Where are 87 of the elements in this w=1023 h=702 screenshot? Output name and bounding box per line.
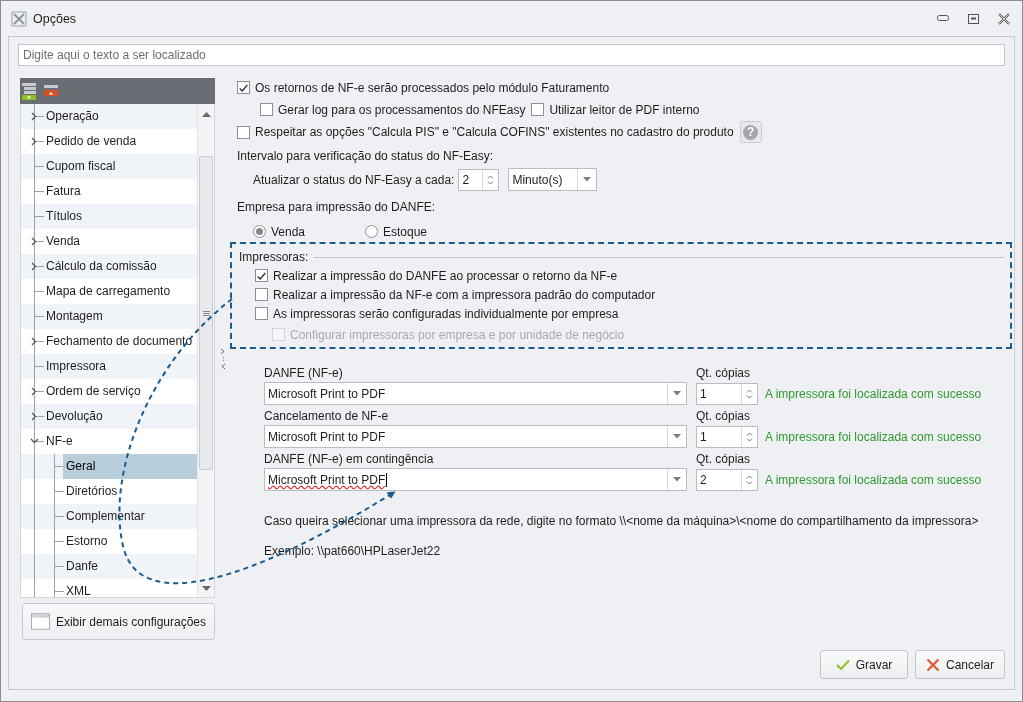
chevron-down-icon[interactable] (30, 437, 39, 446)
window-title: Opções (33, 11, 78, 26)
chevron-right-icon[interactable] (30, 237, 39, 246)
tree-item[interactable]: Fechamento de documento (43, 329, 197, 354)
caret-icon (673, 391, 681, 396)
checkbox-label: Realizar a impressão da NF-e com a impressora padrão do computador (273, 287, 656, 302)
spin-arrows-icon (746, 387, 753, 400)
spin-arrows-icon (746, 473, 753, 486)
chevron-right-icon[interactable] (30, 412, 39, 421)
tree-item[interactable]: Venda (43, 229, 197, 254)
window-icon (31, 612, 50, 631)
tree-item[interactable]: Estorno (63, 529, 197, 554)
dropdown[interactable]: Minuto(s) (508, 168, 598, 191)
checkmark-icon (835, 659, 850, 670)
chevron-right-icon[interactable] (30, 387, 39, 396)
splitter-handle-icon (220, 348, 226, 370)
dropdown[interactable]: Microsoft Print to PDF (264, 468, 687, 491)
field-label: Qt. cópias (696, 451, 752, 468)
radio-label: Estoque (383, 224, 428, 239)
tree-item[interactable]: Pedido de venda (43, 129, 197, 154)
group-title: Impressoras: (239, 249, 309, 266)
hint-text: Caso queira selecionar uma impressora da rede, digite no formato \\<nome da máquina>\<nome do compartilhamento da impressora> (264, 514, 979, 528)
number-field[interactable]: 2 (696, 468, 758, 491)
tree-item[interactable]: Fatura (43, 179, 197, 204)
app-logo-icon (11, 10, 27, 27)
search-field[interactable]: Digite aqui o texto a ser localizado (18, 44, 1005, 66)
caret-icon (583, 177, 592, 182)
checkbox-label: Configurar impressoras por empresa e por unidade de negócio (290, 327, 625, 342)
checkbox-label: Gerar log para os processamentos do NFEasy (278, 102, 526, 117)
expand-all-icon (22, 82, 36, 100)
field-label: Qt. cópias (696, 408, 752, 425)
scroll-down-icon (201, 586, 211, 591)
checkbox-label: As impressoras serão configuradas individualmente por empresa (273, 306, 619, 321)
checkbox-label: Utilizar leitor de PDF interno (549, 102, 700, 117)
spin-arrows-icon (746, 430, 753, 443)
dropdown[interactable]: Microsoft Print to PDF (264, 382, 687, 405)
minimize-icon[interactable] (937, 15, 949, 22)
save-button[interactable]: Gravar (820, 650, 908, 679)
checkbox[interactable] (255, 307, 268, 320)
collapse-all-icon (44, 85, 58, 97)
dropdown[interactable]: Microsoft Print to PDF (264, 425, 687, 448)
checkbox[interactable] (237, 81, 250, 94)
section-label: Empresa para impressão do DANFE: (237, 200, 436, 214)
maximize-icon[interactable] (968, 13, 979, 24)
settings-button[interactable]: Exibir demais configurações (22, 603, 215, 640)
scrollbar[interactable] (197, 104, 214, 597)
section-label: Intervalo para verificação do status do NF-Easy: (237, 149, 494, 163)
checkbox-label: Respeitar as opções "Calcula PIS" e "Calcula COFINS" existentes no cadastro do produto (255, 125, 734, 139)
chevron-right-icon[interactable] (30, 112, 39, 121)
status-message: A impressora foi localizada com sucesso (765, 472, 983, 487)
grip-icon (202, 310, 210, 316)
checkbox[interactable] (237, 125, 250, 139)
field-label: Cancelamento de NF-e (264, 408, 390, 425)
status-message: A impressora foi localizada com sucesso (765, 386, 983, 401)
radio-button[interactable] (253, 225, 266, 238)
field-label: Atualizar o status do NF-Easy a cada: (253, 171, 455, 189)
tree-item[interactable]: Ordem de serviço (43, 379, 197, 404)
checkbox[interactable] (255, 269, 268, 282)
chevron-right-icon[interactable] (30, 137, 39, 146)
tree-item[interactable]: XML (63, 579, 197, 597)
status-message: A impressora foi localizada com sucesso (765, 429, 983, 444)
number-field[interactable]: 1 (696, 382, 758, 405)
checkbox[interactable] (255, 288, 268, 301)
checkbox[interactable] (531, 103, 545, 116)
chevron-right-icon[interactable] (30, 262, 39, 271)
field-label: DANFE (NF-e) em contingência (264, 451, 435, 468)
checkbox[interactable] (260, 103, 273, 116)
number-field[interactable]: 2 (458, 168, 500, 191)
field-label: DANFE (NF-e) (264, 365, 344, 382)
tree-item[interactable]: Diretórios (63, 479, 197, 504)
scroll-up-icon (201, 112, 211, 117)
caret-icon (673, 477, 681, 482)
spin-arrows-icon (487, 173, 495, 186)
tree-item[interactable]: Mapa de carregamento (43, 279, 197, 304)
checkbox-label: Os retornos de NF-e serão processados pelo módulo Faturamento (255, 80, 610, 95)
radio-button[interactable] (365, 225, 378, 238)
tree-item[interactable]: Geral (63, 454, 197, 479)
number-field[interactable]: 1 (696, 425, 758, 448)
field-label: Qt. cópias (696, 365, 752, 382)
chevron-right-icon[interactable] (30, 337, 39, 346)
caret-icon (673, 434, 681, 439)
close-icon[interactable] (998, 12, 1010, 25)
close-icon (926, 657, 940, 672)
cancel-button[interactable]: Cancelar (915, 650, 1005, 679)
tree-item[interactable]: NF-e (43, 429, 197, 454)
radio-label: Venda (271, 224, 306, 239)
checkbox-label: Realizar a impressão do DANFE ao processar o retorno da NF-e (273, 268, 618, 283)
